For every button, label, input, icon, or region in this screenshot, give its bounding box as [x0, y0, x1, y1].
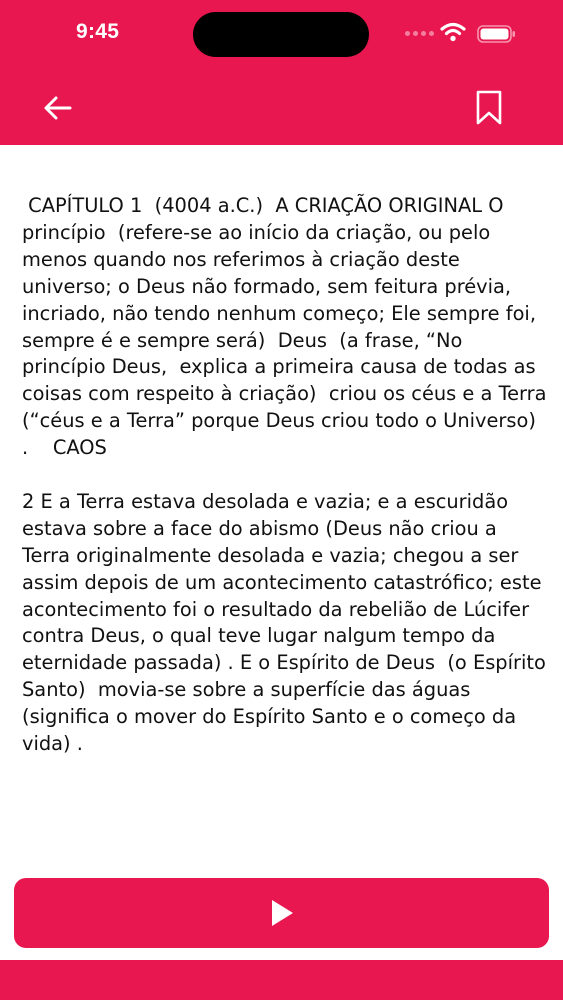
play-button[interactable]: [14, 878, 549, 948]
chapter-paragraph: CAPÍTULO 1 (4004 a.C.) A CRIAÇÃO ORIGINA…: [22, 194, 559, 460]
dynamic-island: [193, 12, 369, 57]
bookmark-icon: [476, 90, 502, 125]
chapter-text: CAPÍTULO 1 (4004 a.C.) A CRIAÇÃO ORIGINA…: [22, 193, 547, 758]
signal-dots-icon: [405, 31, 434, 36]
status-time: 9:45: [76, 20, 120, 43]
top-app-bar: 9:45: [0, 0, 563, 145]
wifi-icon: [440, 22, 466, 46]
arrow-left-icon: [44, 96, 72, 120]
battery-icon: [477, 25, 517, 47]
chapter-paragraph: 2 E a Terra estava desolada e vazia; e a…: [22, 489, 552, 756]
play-icon: [271, 900, 293, 926]
back-button[interactable]: [38, 90, 78, 126]
bottom-bar: [0, 960, 563, 1000]
bookmark-button[interactable]: [470, 88, 508, 128]
